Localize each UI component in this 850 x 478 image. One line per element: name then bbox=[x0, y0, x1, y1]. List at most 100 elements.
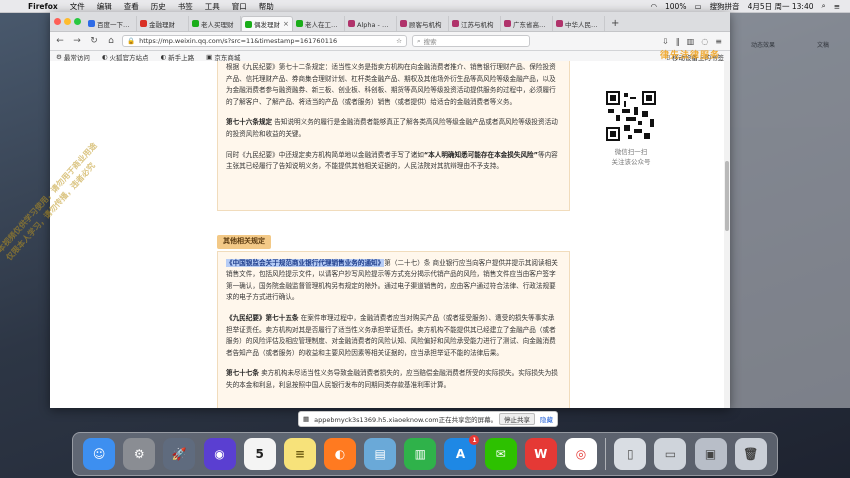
menu-view[interactable]: 查看 bbox=[118, 1, 145, 12]
menu-history[interactable]: 历史 bbox=[145, 1, 172, 12]
paragraph-3-a: 同时《九民纪要》中还规定卖方机构简单地以金融消费者手写了诸如 bbox=[226, 150, 424, 159]
downloads-icon[interactable]: ▭ bbox=[654, 438, 687, 470]
qr-caption-2: 关注该公众号 bbox=[611, 158, 651, 166]
numbers-icon[interactable]: ▥ bbox=[404, 438, 437, 470]
bg-app-label-animation[interactable]: 动态效果 bbox=[751, 40, 775, 49]
browser-tab[interactable]: 中华人民共和 bbox=[553, 16, 605, 31]
screen-share-notice: ▦ appebmyck3s1369.h5.xiaoeknow.com正在共享您的… bbox=[298, 411, 558, 427]
menu-app-name[interactable]: Firefox bbox=[22, 2, 64, 11]
document-icon[interactable]: ▯ bbox=[614, 438, 647, 470]
tab-favicon-icon bbox=[245, 20, 252, 28]
paragraph-6-text: 卖方机构未尽适当性义务导致金融消费者损失的，应当赔偿金融消费者所受的实际损失。实… bbox=[226, 369, 558, 389]
menu-tools[interactable]: 工具 bbox=[199, 1, 226, 12]
browser-tab[interactable]: 老人买理财 bbox=[189, 16, 241, 31]
finder-icon[interactable]: ☺ bbox=[83, 438, 116, 470]
tab-favicon-icon bbox=[556, 20, 563, 27]
browser-tab[interactable]: 顾客与机构 bbox=[397, 16, 449, 31]
tab-favicon-icon bbox=[400, 20, 407, 27]
firefox-icon[interactable]: ◐ bbox=[324, 438, 357, 470]
browser-tab[interactable]: 广东省高级人 bbox=[501, 16, 553, 31]
browser-tab[interactable]: 偶发理财 × bbox=[241, 16, 293, 31]
menu-bookmarks[interactable]: 书签 bbox=[172, 1, 199, 12]
download-icon[interactable]: ⇩ bbox=[662, 37, 669, 46]
minimize-window-button[interactable] bbox=[64, 18, 71, 25]
system-preferences-icon[interactable]: ⚙ bbox=[123, 438, 156, 470]
qr-code-image bbox=[606, 91, 656, 141]
toolbar-icons: ⇩ ‖ ▥ ◌ ≡ bbox=[662, 37, 726, 46]
dock: ☺ ⚙ 🚀 ◉ 5 ≡ ◐ ▤ ▥ A 1 ✉ W ◎ ▯ ▭ ▣ 🗑 bbox=[72, 432, 778, 476]
tab-close-icon[interactable]: × bbox=[283, 20, 289, 28]
calendar-icon[interactable]: 5 bbox=[243, 438, 276, 470]
tab-favicon-icon bbox=[504, 20, 511, 27]
search-placeholder: 搜索 bbox=[423, 38, 437, 46]
search-spotlight-icon[interactable]: ⌕ bbox=[818, 1, 830, 11]
tab-favicon-icon bbox=[88, 20, 95, 27]
url-bar[interactable]: 🔒 https://mp.weixin.qq.com/s?src=11&time… bbox=[122, 35, 407, 47]
tab-favicon-icon bbox=[140, 20, 147, 27]
clock[interactable]: 4月5日 周一 13:40 bbox=[744, 1, 818, 12]
browser-window: 百度一下，你 金融理财 老人买理财 偶发理财 × 老人在工行买 Alpha - 案例 顾客与机… bbox=[50, 12, 730, 408]
wps-icon[interactable]: W bbox=[524, 438, 557, 470]
wifi-icon[interactable]: ◠ bbox=[646, 2, 661, 11]
qr-sidebar: 微信扫一扫 关注该公众号 bbox=[592, 91, 670, 167]
browser-tab[interactable]: 百度一下，你 bbox=[85, 16, 137, 31]
brand-logo: 律先法律服务 bbox=[660, 51, 721, 61]
bg-app-label-document[interactable]: 文稿 bbox=[817, 40, 829, 49]
chrome-icon[interactable]: ◎ bbox=[564, 438, 597, 470]
launchpad-icon[interactable]: 🚀 bbox=[163, 438, 196, 470]
account-icon[interactable]: ◌ bbox=[701, 37, 708, 46]
paragraph-3-bold: “本人明确知悉可能存在本金损失风险” bbox=[423, 150, 538, 159]
tab-favicon-icon bbox=[296, 20, 303, 27]
paragraph-5: 《九民纪要》第七十五条 在案件审理过程中，金融消费者应当对购买产品（或者接受服务… bbox=[226, 313, 561, 359]
tab-label: 老人在工行买 bbox=[305, 20, 341, 29]
tab-label: 中华人民共和 bbox=[565, 20, 601, 29]
browser-tab[interactable]: 江苏与机构 bbox=[449, 16, 501, 31]
stop-sharing-button[interactable]: 停止共享 bbox=[499, 413, 535, 425]
screenshot-icon[interactable]: ▣ bbox=[694, 438, 727, 470]
tab-favicon-icon bbox=[192, 20, 199, 27]
battery-percent[interactable]: 100% bbox=[661, 2, 690, 11]
page-scrollbar[interactable] bbox=[724, 61, 730, 408]
menu-help[interactable]: 帮助 bbox=[253, 1, 280, 12]
paragraph-6: 第七十七条 卖方机构未尽适当性义务导致金融消费者损失的，应当赔偿金融消费者所受的… bbox=[226, 368, 561, 391]
browser-tab[interactable]: 金融理财 bbox=[137, 16, 189, 31]
tab-label: 偶发理财 bbox=[254, 21, 280, 29]
tab-list: 百度一下，你 金融理财 老人买理财 偶发理财 × 老人在工行买 Alpha - 案例 顾客与机… bbox=[85, 16, 605, 31]
menu-window[interactable]: 窗口 bbox=[226, 1, 253, 12]
preview-icon[interactable]: ▤ bbox=[364, 438, 397, 470]
sidebar-icon[interactable]: ▥ bbox=[687, 37, 695, 46]
highlighted-title[interactable]: 《中国银监会关于规范商业银行代理销售业务的通知》 bbox=[226, 258, 385, 267]
scrollbar-thumb[interactable] bbox=[725, 161, 729, 231]
article-panel-bottom: 《中国银监会关于规范商业银行代理销售业务的通知》第（二十七）条 商业银行应当向客… bbox=[217, 250, 570, 408]
siri-icon[interactable]: ◉ bbox=[203, 438, 236, 470]
hide-notice-button[interactable]: 隐藏 bbox=[540, 414, 553, 424]
notes-icon[interactable]: ≡ bbox=[283, 438, 316, 470]
browser-tab[interactable]: 老人在工行买 bbox=[293, 16, 345, 31]
url-text[interactable]: https://mp.weixin.qq.com/s?src=11&timest… bbox=[139, 37, 392, 45]
bookmark-star-icon[interactable]: ☆ bbox=[396, 37, 402, 45]
menu-edit[interactable]: 编辑 bbox=[91, 1, 118, 12]
tab-favicon-icon bbox=[348, 20, 355, 27]
forward-arrow-icon[interactable]: → bbox=[71, 36, 83, 46]
zoom-window-button[interactable] bbox=[74, 18, 81, 25]
search-input[interactable]: ⌕ 搜索 bbox=[412, 35, 530, 47]
trash-icon[interactable]: 🗑 bbox=[734, 438, 767, 470]
browser-tab[interactable]: Alpha - 案例 bbox=[345, 16, 397, 31]
page-content: 根据《九民纪要》第七十二条规定：适当性义务是指卖方机构在向金融消费者推介、销售银… bbox=[50, 61, 730, 408]
menu-icon[interactable]: ≡ bbox=[715, 37, 722, 46]
back-arrow-icon[interactable]: ← bbox=[54, 36, 66, 46]
control-center-icon[interactable]: ≡ bbox=[830, 2, 844, 11]
notification-badge: 1 bbox=[469, 435, 480, 445]
app-store-icon[interactable]: A1 bbox=[444, 435, 480, 470]
qr-caption-1: 微信扫一扫 bbox=[614, 148, 648, 156]
library-icon[interactable]: ‖ bbox=[676, 37, 680, 46]
close-window-button[interactable] bbox=[54, 18, 61, 25]
input-method[interactable]: 搜狗拼音 bbox=[706, 1, 744, 12]
menu-file[interactable]: 文件 bbox=[64, 1, 91, 12]
home-icon[interactable]: ⌂ bbox=[105, 36, 117, 46]
wechat-icon[interactable]: ✉ bbox=[484, 438, 517, 470]
new-tab-button[interactable]: + bbox=[605, 18, 625, 31]
paragraph-2: 第七十六条规定 告知说明义务的履行是金融消费者能够真正了解各类高风险等级金融产品… bbox=[226, 117, 561, 140]
battery-icon[interactable]: ▭ bbox=[690, 2, 705, 11]
reload-icon[interactable]: ↻ bbox=[88, 36, 100, 46]
